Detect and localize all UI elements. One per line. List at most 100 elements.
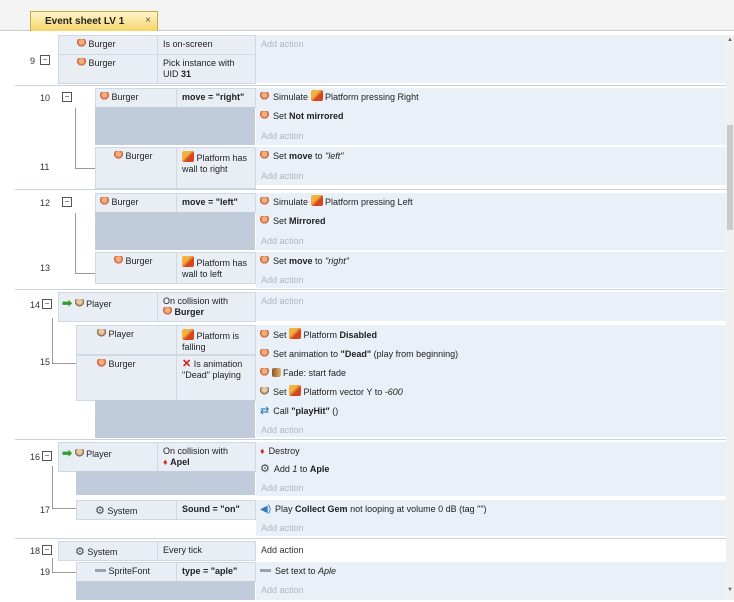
add-action-link[interactable]: Add action bbox=[261, 296, 304, 306]
tab-event-sheet[interactable]: Event sheet LV 1 × bbox=[30, 11, 158, 31]
add-action-link[interactable]: Add action bbox=[261, 483, 304, 493]
action-fade-start[interactable]: Fade: start fade bbox=[260, 365, 346, 381]
burger-icon bbox=[77, 58, 86, 67]
event-number: 16 bbox=[30, 452, 41, 462]
object-name: Burger bbox=[125, 256, 153, 266]
add-action-link[interactable]: Add action bbox=[261, 523, 304, 533]
apel-icon: ♦ bbox=[163, 457, 168, 467]
platform-behavior-icon bbox=[289, 328, 302, 339]
action-set-mirrored[interactable]: Set Mirrored bbox=[260, 213, 326, 229]
add-action-link[interactable]: Add action bbox=[261, 545, 304, 555]
action-disable-platform[interactable]: Set Platform Disabled bbox=[260, 327, 377, 343]
scrollbar-thumb[interactable] bbox=[727, 125, 733, 230]
action-destroy[interactable]: ♦ Destroy bbox=[260, 443, 300, 459]
tree-line bbox=[52, 363, 76, 364]
collapse-toggle[interactable]: − bbox=[42, 451, 52, 461]
condition-text: ✕ Is animation "Dead" playing bbox=[182, 358, 243, 381]
collapse-toggle[interactable]: − bbox=[42, 299, 52, 309]
actions-area[interactable]: Set move to "right" Add action bbox=[256, 252, 726, 288]
condition-text: Is on-screen bbox=[163, 39, 213, 49]
condition-blank-area[interactable] bbox=[76, 581, 255, 600]
action-play-sound[interactable]: ◀) Play Collect Gem not looping at volume… bbox=[260, 501, 487, 517]
collapse-toggle[interactable]: − bbox=[62, 92, 72, 102]
actions-area[interactable]: Set move to "left" Add action bbox=[256, 147, 726, 185]
add-action-link[interactable]: Add action bbox=[261, 131, 304, 141]
actions-area[interactable]: Set text to Aple Add action bbox=[256, 562, 726, 600]
scroll-up-icon[interactable]: ▲ bbox=[726, 37, 734, 43]
vertical-scrollbar[interactable]: ▲ ▼ bbox=[726, 35, 734, 600]
add-action-link[interactable]: Add action bbox=[261, 171, 304, 181]
condition-player-collision-burger[interactable]: ➡ Player On collision with Burger bbox=[58, 292, 256, 322]
actions-area[interactable]: Simulate Platform pressing Left Set Mirr… bbox=[256, 193, 726, 250]
actions-area[interactable]: Add action bbox=[256, 292, 726, 321]
condition-text: On collision with Burger bbox=[163, 296, 229, 317]
action-call-playhit[interactable]: ⇄ Call "playHit" () bbox=[260, 403, 338, 419]
condition-wall-right[interactable]: Burger Platform has wall to right bbox=[95, 147, 256, 189]
add-action-link[interactable]: Add action bbox=[261, 39, 304, 49]
object-name: Burger bbox=[125, 151, 153, 161]
actions-area[interactable]: Add action bbox=[256, 35, 726, 83]
audio-speaker-icon: ◀) bbox=[260, 504, 272, 515]
condition-text: Pick instance with UID 31 bbox=[163, 58, 235, 79]
collapse-toggle[interactable]: − bbox=[42, 545, 52, 555]
action-set-not-mirrored[interactable]: Set Not mirrored bbox=[260, 108, 344, 124]
burger-icon bbox=[114, 256, 123, 265]
add-action-link[interactable]: Add action bbox=[261, 585, 304, 595]
action-set-vector-y[interactable]: Set Platform vector Y to -600 bbox=[260, 384, 403, 400]
action-simulate-left[interactable]: Simulate Platform pressing Left bbox=[260, 194, 413, 210]
condition-blank-area[interactable] bbox=[76, 471, 255, 495]
tree-line bbox=[52, 466, 53, 508]
close-icon[interactable]: × bbox=[145, 15, 151, 26]
system-gear-icon: ⚙ bbox=[75, 546, 85, 558]
scroll-down-icon[interactable]: ▼ bbox=[726, 587, 734, 593]
object-name: Player bbox=[108, 329, 135, 339]
burger-icon bbox=[100, 92, 109, 101]
burger-icon bbox=[260, 111, 269, 120]
condition-type-aple[interactable]: SpriteFont type = "aple" bbox=[76, 562, 256, 582]
platform-behavior-icon bbox=[182, 256, 194, 267]
condition-text: Platform is falling bbox=[182, 329, 240, 352]
event-number: 18 bbox=[30, 546, 41, 556]
actions-area[interactable]: ♦ Destroy ⚙ Add 1 to Aple Add action bbox=[256, 442, 726, 496]
condition-not-anim-dead[interactable]: Burger ✕ Is animation "Dead" playing bbox=[76, 355, 256, 401]
collapse-toggle[interactable]: − bbox=[62, 197, 72, 207]
add-action-link[interactable]: Add action bbox=[261, 236, 304, 246]
platform-behavior-icon bbox=[182, 329, 194, 340]
trigger-arrow-icon: ➡ bbox=[62, 446, 73, 460]
action-set-move-left[interactable]: Set move to "left" bbox=[260, 148, 343, 164]
condition-wall-left[interactable]: Burger Platform has wall to left bbox=[95, 252, 256, 284]
action-add-to-aple[interactable]: ⚙ Add 1 to Aple bbox=[260, 461, 329, 477]
system-gear-icon: ⚙ bbox=[260, 463, 270, 475]
condition-text: type = "aple" bbox=[182, 566, 238, 576]
actions-area[interactable]: ◀) Play Collect Gem not looping at volume… bbox=[256, 500, 726, 536]
condition-blank-area[interactable] bbox=[95, 107, 255, 145]
condition-move-right[interactable]: Burger move = "right" bbox=[95, 88, 256, 108]
actions-area[interactable]: Add action bbox=[256, 541, 726, 560]
condition-pick-instance[interactable]: Burger Pick instance with UID 31 bbox=[58, 54, 256, 84]
action-set-move-right[interactable]: Set move to "right" bbox=[260, 253, 349, 269]
condition-player-collision-apel[interactable]: ➡ Player On collision with ♦ Apel bbox=[58, 442, 256, 472]
condition-blank-area[interactable] bbox=[95, 212, 255, 250]
condition-text: Sound = "on" bbox=[182, 504, 240, 514]
condition-every-tick[interactable]: ⚙ System Every tick bbox=[58, 541, 256, 561]
condition-player-falling[interactable]: Player Platform is falling bbox=[76, 325, 256, 355]
object-name: Burger bbox=[88, 39, 116, 49]
event-number: 14 bbox=[30, 300, 41, 310]
burger-icon bbox=[260, 330, 269, 339]
condition-burger-on-screen[interactable]: Burger Is on-screen bbox=[58, 35, 256, 55]
condition-blank-area[interactable] bbox=[95, 400, 255, 438]
condition-sound-on[interactable]: ⚙ System Sound = "on" bbox=[76, 500, 256, 520]
add-action-link[interactable]: Add action bbox=[261, 425, 304, 435]
actions-area[interactable]: Simulate Platform pressing Right Set Not… bbox=[256, 88, 726, 145]
add-action-link[interactable]: Add action bbox=[261, 275, 304, 285]
action-simulate-right[interactable]: Simulate Platform pressing Right bbox=[260, 89, 419, 105]
collapse-toggle[interactable]: − bbox=[40, 55, 50, 65]
condition-move-left[interactable]: Burger move = "left" bbox=[95, 193, 256, 213]
action-set-text[interactable]: Set text to Aple bbox=[260, 563, 336, 579]
burger-icon bbox=[114, 151, 123, 160]
condition-text: Platform has wall to right bbox=[182, 151, 248, 174]
object-name: System bbox=[107, 506, 138, 516]
actions-area[interactable]: Set Platform Disabled Set animation to "… bbox=[256, 325, 726, 437]
action-set-animation[interactable]: Set animation to "Dead" (play from begin… bbox=[260, 346, 458, 362]
burger-icon bbox=[260, 349, 269, 358]
